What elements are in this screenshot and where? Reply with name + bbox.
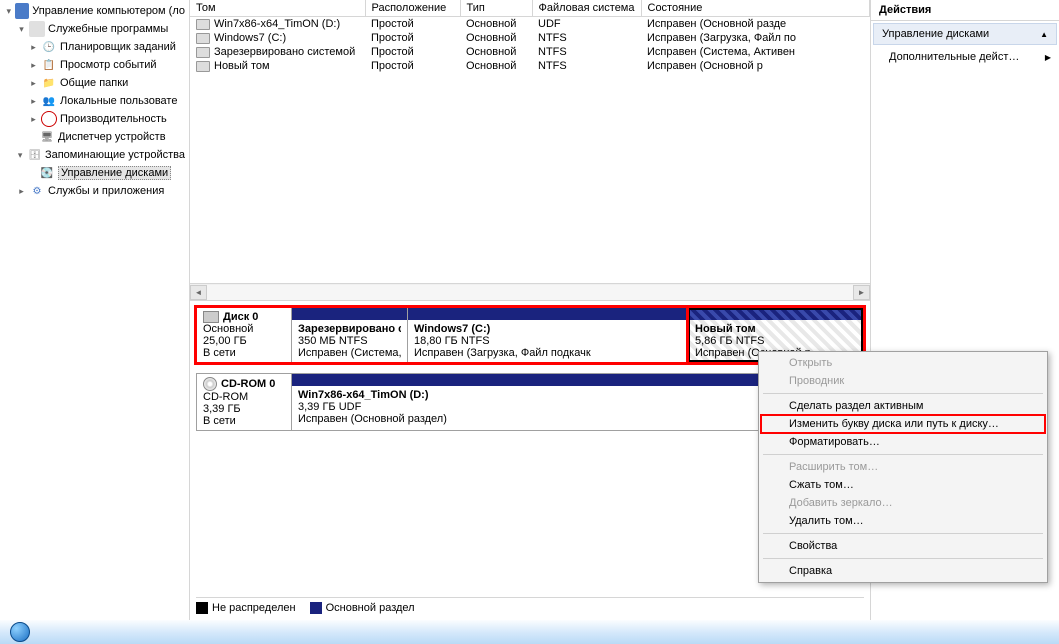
tree-performance[interactable]: ▸Производительность: [2, 110, 187, 128]
tree-system-tools[interactable]: ▾Служебные программы: [2, 20, 187, 38]
col-type[interactable]: Тип: [460, 0, 532, 17]
table-row[interactable]: Зарезервировано системойПростойОсновнойN…: [190, 45, 870, 59]
col-layout[interactable]: Расположение: [365, 0, 460, 17]
no-icon: [41, 111, 57, 127]
tools-icon: [29, 21, 45, 37]
cdrom-icon: [203, 377, 217, 391]
actions-header: Действия: [871, 0, 1059, 21]
table-row[interactable]: Новый томПростойОсновнойNTFSИсправен (Ос…: [190, 59, 870, 73]
tree-root[interactable]: ▾Управление компьютером (ло: [2, 2, 187, 20]
menu-open: Открыть: [761, 354, 1045, 372]
h-scrollbar[interactable]: ◄ ►: [190, 283, 870, 300]
menu-add-mirror: Добавить зеркало…: [761, 494, 1045, 512]
col-fs[interactable]: Файловая система: [532, 0, 641, 17]
volume-icon: [196, 61, 210, 72]
tree-storage[interactable]: ▾🗄Запоминающие устройства: [2, 146, 187, 164]
menu-shrink[interactable]: Сжать том…: [761, 476, 1045, 494]
menu-explorer: Проводник: [761, 372, 1045, 390]
cdrom-0-header[interactable]: CD-ROM 0 CD-ROM 3,39 ГБ В сети: [197, 374, 292, 430]
device-icon: 🖥: [39, 129, 55, 145]
folder-icon: 📁: [41, 75, 57, 91]
windows-orb-icon: [10, 622, 30, 642]
cdrom-0-state: В сети: [203, 415, 285, 427]
menu-make-active[interactable]: Сделать раздел активным: [761, 397, 1045, 415]
tree-disk-management[interactable]: 💽Управление дисками: [2, 164, 187, 182]
cdrom-0-size: 3,39 ГБ: [203, 403, 285, 415]
actions-subheader[interactable]: Управление дисками▲: [873, 23, 1057, 45]
menu-delete[interactable]: Удалить том…: [761, 512, 1045, 530]
chevron-right-icon: ▶: [1045, 53, 1051, 62]
tree-device-manager[interactable]: 🖥Диспетчер устройств: [2, 128, 187, 146]
volume-table: Том Расположение Тип Файловая система Со…: [190, 0, 870, 301]
volume-icon: [196, 19, 210, 30]
legend-unallocated: Не распределен: [212, 602, 296, 614]
clock-icon: 🕒: [41, 39, 57, 55]
context-menu: Открыть Проводник Сделать раздел активны…: [758, 351, 1048, 583]
actions-more[interactable]: Дополнительные дейст…▶: [871, 47, 1059, 67]
storage-icon: 🗄: [27, 147, 42, 163]
scroll-right-icon[interactable]: ►: [853, 285, 870, 300]
menu-extend: Расширить том…: [761, 458, 1045, 476]
computer-icon: [15, 3, 29, 19]
hdd-icon: [203, 311, 219, 323]
partition-system-reserved[interactable]: Зарезервировано с 350 МБ NTFS Исправен (…: [292, 308, 407, 362]
volume-icon: [196, 33, 210, 44]
taskbar[interactable]: [0, 620, 1059, 644]
col-status[interactable]: Состояние: [641, 0, 870, 17]
disk-0-state: В сети: [203, 347, 285, 359]
tree-shared-folders[interactable]: ▸📁Общие папки: [2, 74, 187, 92]
event-icon: 📋: [41, 57, 57, 73]
users-icon: 👥: [41, 93, 57, 109]
menu-help[interactable]: Справка: [761, 562, 1045, 580]
table-row[interactable]: Win7x86-x64_TimON (D:)ПростойОсновнойUDF…: [190, 17, 870, 32]
legend-swatch-primary: [310, 602, 322, 614]
services-icon: ⚙: [29, 183, 45, 199]
disk-icon: 💽: [39, 165, 55, 181]
legend: Не распределен Основной раздел: [196, 597, 864, 614]
disk-0-type: Основной: [203, 323, 285, 335]
volume-icon: [196, 47, 210, 58]
disk-0-header[interactable]: Диск 0 Основной 25,00 ГБ В сети: [197, 308, 292, 362]
menu-properties[interactable]: Свойства: [761, 537, 1045, 555]
tree-event-viewer[interactable]: ▸📋Просмотр событий: [2, 56, 187, 74]
nav-tree: ▾Управление компьютером (ло ▾Служебные п…: [0, 0, 190, 620]
menu-change-letter[interactable]: Изменить букву диска или путь к диску…: [761, 415, 1045, 433]
col-volume[interactable]: Том: [190, 0, 365, 17]
collapse-icon: ▲: [1040, 30, 1048, 39]
cdrom-0-type: CD-ROM: [203, 391, 285, 403]
tree-scheduler[interactable]: ▸🕒Планировщик заданий: [2, 38, 187, 56]
legend-primary: Основной раздел: [326, 602, 415, 614]
tree-local-users[interactable]: ▸👥Локальные пользовате: [2, 92, 187, 110]
scroll-left-icon[interactable]: ◄: [190, 285, 207, 300]
start-button[interactable]: [0, 620, 40, 644]
partition-windows7[interactable]: Windows7 (C:) 18,80 ГБ NTFS Исправен (За…: [407, 308, 688, 362]
menu-format[interactable]: Форматировать…: [761, 433, 1045, 451]
tree-services[interactable]: ▸⚙Службы и приложения: [2, 182, 187, 200]
disk-0-size: 25,00 ГБ: [203, 335, 285, 347]
legend-swatch-unallocated: [196, 602, 208, 614]
table-row[interactable]: Windows7 (C:)ПростойОсновнойNTFSИсправен…: [190, 31, 870, 45]
